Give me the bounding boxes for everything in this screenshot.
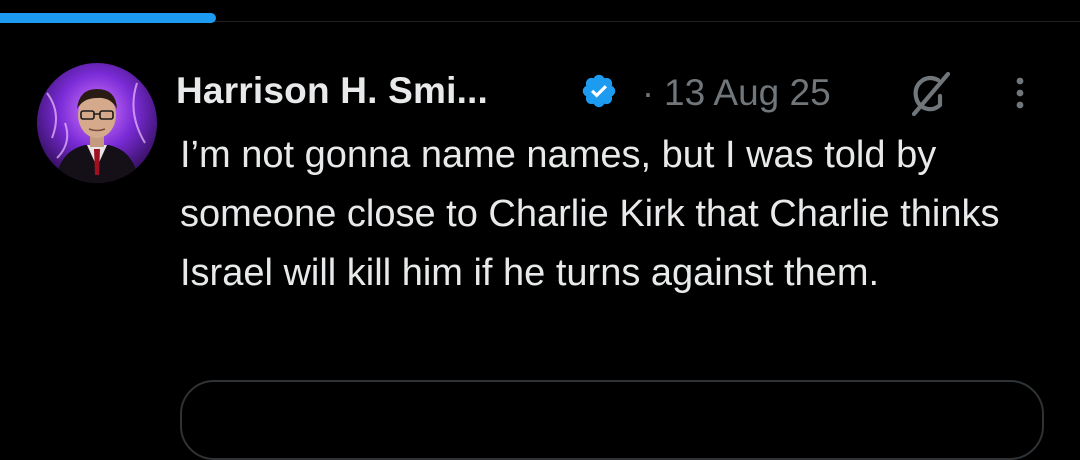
avatar[interactable] xyxy=(37,63,157,183)
tweet-header: Harrison H. Smi... · 13 Aug 25 xyxy=(176,66,1056,118)
avatar-portrait-image xyxy=(37,63,157,183)
author-display-name[interactable]: Harrison H. Smi... xyxy=(176,70,488,112)
tweet-timestamp[interactable]: 13 Aug 25 xyxy=(664,72,831,114)
more-vertical-icon[interactable] xyxy=(1008,72,1032,114)
verified-badge-icon[interactable] xyxy=(580,72,618,110)
timestamp-separator: · xyxy=(642,72,654,113)
loading-progress-bar xyxy=(0,13,216,23)
grok-icon[interactable] xyxy=(904,70,956,118)
tweet-text: I’m not gonna name names, but I was told… xyxy=(180,134,1000,294)
quote-card[interactable] xyxy=(180,380,1044,460)
